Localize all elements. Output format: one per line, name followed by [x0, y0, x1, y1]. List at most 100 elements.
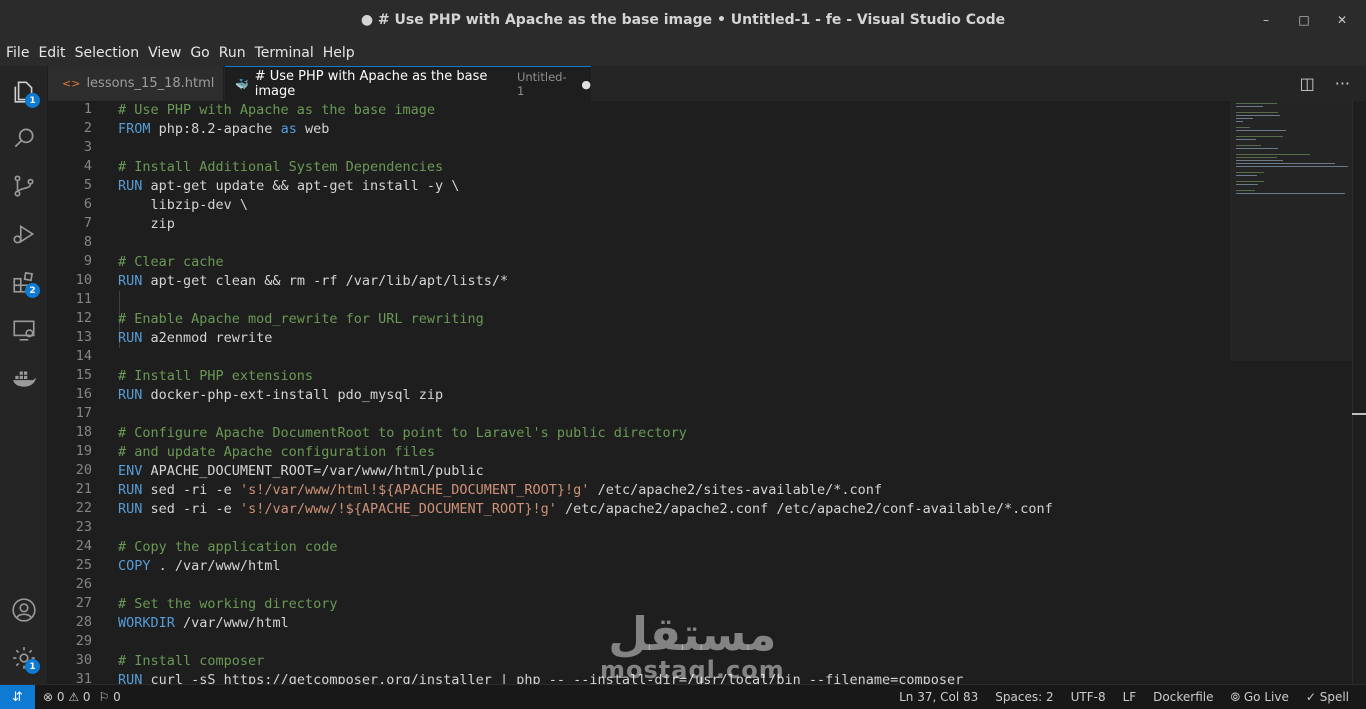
menu-help[interactable]: Help — [323, 45, 362, 61]
minimap-line — [1236, 190, 1255, 191]
menu-selection[interactable]: Selection — [75, 45, 147, 61]
code-line[interactable]: RUN curl -sS https://getcomposer.org/ins… — [118, 671, 963, 684]
line-number: 4 — [83, 158, 92, 174]
code-line[interactable]: # Install composer — [118, 652, 264, 671]
code-token: libzip-dev \ — [118, 197, 249, 213]
docker-file-icon: 🐳 — [235, 77, 249, 91]
extensions-button[interactable]: 2 — [0, 258, 48, 306]
encoding[interactable]: UTF-8 — [1071, 690, 1106, 704]
code-line[interactable]: RUN a2enmod rewrite — [118, 329, 272, 348]
account-button[interactable] — [0, 586, 48, 634]
menu-run[interactable]: Run — [219, 45, 253, 61]
minimap[interactable] — [1232, 101, 1352, 684]
code-token: RUN — [118, 482, 143, 498]
language-mode[interactable]: Dockerfile — [1153, 690, 1213, 704]
watermark-arabic: مستقل — [608, 607, 777, 661]
minimap-line — [1236, 127, 1250, 128]
code-line[interactable]: ENV APACHE_DOCUMENT_ROOT=/var/www/html/p… — [118, 462, 484, 481]
code-line[interactable]: # Use PHP with Apache as the base image — [118, 101, 435, 120]
minimize-button[interactable]: – — [1258, 13, 1274, 27]
search-icon — [14, 128, 34, 148]
code-line[interactable]: # Install PHP extensions — [118, 367, 313, 386]
ports-indicator[interactable]: ⚐ 0 — [99, 690, 121, 704]
line-number: 12 — [75, 310, 92, 326]
docker-button[interactable] — [0, 354, 48, 402]
code-line[interactable]: libzip-dev \ — [118, 196, 249, 215]
code-token: # Set the working directory — [118, 596, 338, 612]
code-line[interactable]: RUN docker-php-ext-install pdo_mysql zip — [118, 386, 443, 405]
code-token: # and update Apache configuration files — [118, 444, 435, 460]
minimap-line — [1236, 136, 1283, 137]
code-line[interactable]: RUN apt-get clean && rm -rf /var/lib/apt… — [118, 272, 508, 291]
close-button[interactable]: ✕ — [1334, 13, 1350, 27]
remote-explorer-icon — [13, 320, 35, 341]
code-line[interactable]: RUN sed -ri -e 's!/var/www/html!${APACHE… — [118, 481, 882, 500]
code-token: RUN — [118, 387, 143, 403]
minimap-line — [1236, 121, 1243, 122]
unsaved-dot-icon[interactable]: ● — [581, 78, 591, 91]
code-area[interactable]: # Use PHP with Apache as the base image F… — [118, 101, 1218, 684]
line-number: 25 — [75, 557, 92, 573]
code-token: sed -ri -e — [142, 501, 240, 517]
tab-lessons-html[interactable]: <> lessons_15_18.html — [48, 66, 224, 101]
code-line[interactable]: # Install Additional System Dependencies — [118, 158, 443, 177]
code-line[interactable]: zip — [118, 215, 175, 234]
code-token: APACHE_DOCUMENT_ROOT=/var/www/html/publi… — [142, 463, 484, 479]
editor-actions: ◫ ··· — [1300, 66, 1350, 101]
menu-edit[interactable]: Edit — [38, 45, 72, 61]
problems-indicator[interactable]: ⊗ 0 ⚠ 0 — [43, 690, 91, 704]
code-line[interactable]: RUN apt-get update && apt-get install -y… — [118, 177, 459, 196]
code-line[interactable]: RUN sed -ri -e 's!/var/www/!${APACHE_DOC… — [118, 500, 1053, 519]
spell-button[interactable]: ✓ Spell — [1306, 690, 1349, 704]
minimap-line — [1236, 145, 1261, 146]
manage-button[interactable]: 1 — [0, 634, 48, 682]
search-button[interactable] — [0, 114, 48, 162]
line-number: 2 — [83, 120, 92, 136]
code-line[interactable]: # Copy the application code — [118, 538, 337, 557]
line-number: 26 — [75, 576, 92, 592]
cursor-position[interactable]: Ln 37, Col 83 — [899, 690, 978, 704]
watermark-latin: mostaql.com — [600, 656, 785, 684]
menu-view[interactable]: View — [148, 45, 188, 61]
code-token: # Install Additional System Dependencies — [118, 159, 444, 175]
code-line[interactable]: COPY . /var/www/html — [118, 557, 281, 576]
code-line[interactable]: # Configure Apache DocumentRoot to point… — [118, 424, 687, 443]
indentation[interactable]: Spaces: 2 — [995, 690, 1053, 704]
line-number: 1 — [83, 101, 92, 117]
run-debug-button[interactable] — [0, 210, 48, 258]
menu-file[interactable]: File — [6, 45, 36, 61]
split-editor-icon[interactable]: ◫ — [1300, 74, 1315, 93]
code-editor[interactable]: 1 2 3 4 5 6 7 8 9 10 11 12 13 14 15 16 17 18 19 20 21 22 23 24 2… — [48, 101, 1366, 684]
line-number: 18 — [75, 424, 92, 440]
code-token: apt-get update && apt-get install -y \ — [142, 178, 460, 194]
code-token: # Clear cache — [118, 254, 224, 270]
code-line[interactable]: FROM php:8.2-apache as web — [118, 120, 329, 139]
line-number-gutter: 1 2 3 4 5 6 7 8 9 10 11 12 13 14 15 16 17 18 19 20 21 22 23 24 2… — [48, 101, 100, 684]
vertical-scrollbar[interactable] — [1352, 101, 1366, 684]
line-number: 13 — [75, 329, 92, 345]
code-line[interactable]: # and update Apache configuration files — [118, 443, 435, 462]
code-token: 's!/var/www/html!${APACHE_DOCUMENT_ROOT}… — [239, 482, 590, 498]
remote-indicator-icon[interactable]: ⇵ — [0, 684, 35, 709]
code-token: RUN — [118, 672, 143, 684]
source-control-button[interactable] — [0, 162, 48, 210]
code-line[interactable]: WORKDIR /var/www/html — [118, 614, 289, 633]
minimap-line — [1236, 175, 1257, 176]
explorer-button[interactable]: 1 — [0, 68, 48, 116]
tab-untitled-1[interactable]: 🐳 # Use PHP with Apache as the base imag… — [225, 66, 591, 101]
code-line[interactable]: # Enable Apache mod_rewrite for URL rewr… — [118, 310, 484, 329]
code-line[interactable]: # Set the working directory — [118, 595, 337, 614]
menu-bar: File Edit Selection View Go Run Terminal… — [0, 40, 1366, 66]
line-ending[interactable]: LF — [1123, 690, 1137, 704]
code-token: RUN — [118, 273, 143, 289]
line-number: 8 — [83, 234, 92, 250]
minimap-line — [1236, 130, 1286, 131]
maximize-button[interactable]: □ — [1296, 13, 1312, 27]
code-line[interactable]: # Clear cache — [118, 253, 224, 272]
more-actions-icon[interactable]: ··· — [1335, 74, 1350, 93]
go-live-button[interactable]: ⦾ Go Live — [1230, 690, 1288, 705]
remote-explorer-button[interactable] — [0, 306, 48, 354]
code-token: # Enable Apache mod_rewrite for URL rewr… — [118, 311, 484, 327]
menu-go[interactable]: Go — [190, 45, 216, 61]
menu-terminal[interactable]: Terminal — [255, 45, 321, 61]
